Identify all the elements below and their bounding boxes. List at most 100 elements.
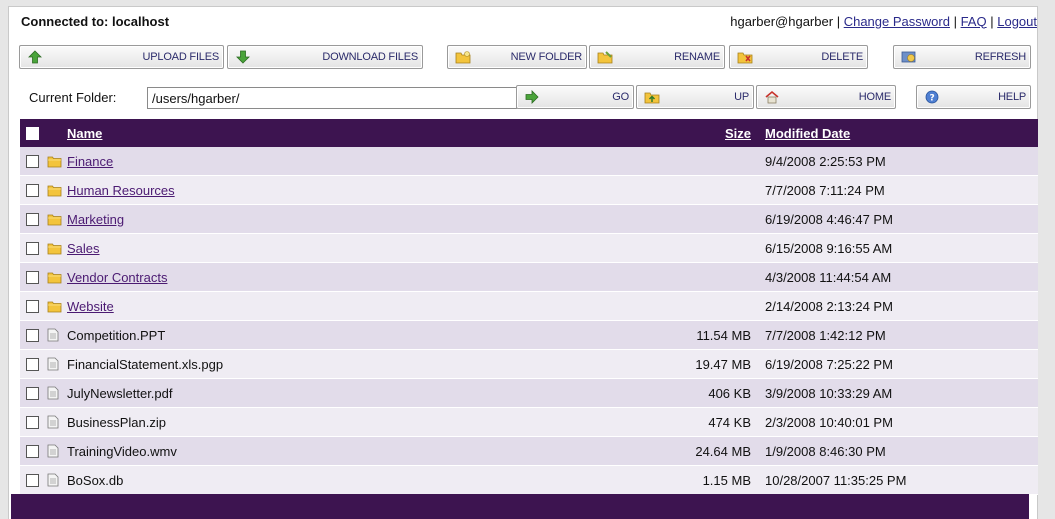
row-checkbox[interactable] (26, 444, 39, 458)
modified-date: 9/4/2008 2:25:53 PM (765, 153, 886, 169)
home-label: HOME (858, 91, 891, 103)
help-button[interactable]: ? HELP (916, 85, 1031, 109)
faq-link[interactable]: FAQ (961, 14, 987, 29)
table-row[interactable]: JulyNewsletter.pdf 406 KB 3/9/2008 10:33:2… (20, 379, 1038, 408)
modified-date: 2/3/2008 10:40:01 PM (765, 414, 893, 430)
file-table: Name Size Modified Date Finance 9/4/2008 … (20, 119, 1038, 495)
file-name: TrainingVideo.wmv (67, 443, 177, 459)
row-checkbox[interactable] (26, 154, 39, 168)
up-button[interactable]: UP (636, 85, 754, 109)
size-column-header[interactable]: Size (627, 126, 751, 141)
folder-name-link[interactable]: Website (67, 299, 627, 314)
folder-name-link[interactable]: Finance (67, 154, 627, 169)
select-all-checkbox[interactable] (26, 126, 39, 140)
top-bar: Connected to: localhost hgarber@hgarber … (21, 11, 1037, 31)
folder-name-link[interactable]: Vendor Contracts (67, 270, 627, 285)
folder-name-link[interactable]: Marketing (67, 212, 627, 227)
row-checkbox[interactable] (26, 415, 39, 429)
refresh-button[interactable]: REFRESH (893, 45, 1031, 69)
modified-date: 6/15/2008 9:16:55 AM (765, 240, 893, 256)
rename-label: RENAME (674, 51, 720, 63)
up-folder-icon (643, 89, 661, 105)
separator: | (990, 13, 994, 29)
help-label: HELP (998, 91, 1026, 103)
new-folder-label: NEW FOLDER (510, 51, 583, 63)
row-checkbox[interactable] (26, 328, 39, 342)
home-button[interactable]: HOME (756, 85, 896, 109)
user-links: hgarber@hgarber | Change Password | FAQ … (730, 14, 1037, 29)
download-files-label: DOWNLOAD FILES (322, 51, 418, 63)
footer-bar (11, 494, 1029, 519)
delete-label: DELETE (821, 51, 863, 63)
help-icon: ? (923, 89, 941, 105)
row-checkbox[interactable] (26, 183, 39, 197)
table-row[interactable]: Sales 6/15/2008 9:16:55 AM (20, 234, 1038, 263)
file-size: 11.54 MB (696, 327, 751, 343)
file-icon (47, 357, 65, 371)
down-arrow-icon (234, 49, 252, 65)
file-name: JulyNewsletter.pdf (67, 385, 173, 401)
delete-button[interactable]: DELETE (729, 45, 868, 69)
file-size: 1.15 MB (702, 472, 751, 488)
go-button[interactable]: GO (516, 85, 634, 109)
rename-button[interactable]: RENAME (589, 45, 725, 69)
name-column-header[interactable]: Name (67, 126, 627, 141)
home-icon (763, 89, 781, 105)
row-checkbox[interactable] (26, 386, 39, 400)
table-row[interactable]: Marketing 6/19/2008 4:46:47 PM (20, 205, 1038, 234)
svg-text:?: ? (929, 94, 934, 104)
file-icon (47, 473, 65, 487)
modified-date: 2/14/2008 2:13:24 PM (765, 298, 893, 314)
folder-name-link[interactable]: Sales (67, 241, 627, 256)
file-manager-panel: Connected to: localhost hgarber@hgarber … (8, 6, 1038, 519)
file-name: BoSox.db (67, 472, 124, 488)
modified-date: 4/3/2008 11:44:54 AM (765, 269, 892, 285)
table-row[interactable]: TrainingVideo.wmv 24.64 MB 1/9/2008 8:46:3… (20, 437, 1038, 466)
table-row[interactable]: BusinessPlan.zip 474 KB 2/3/2008 10:40:01 … (20, 408, 1038, 437)
download-files-button[interactable]: DOWNLOAD FILES (227, 45, 423, 69)
file-icon (47, 386, 65, 400)
table-row[interactable]: BoSox.db 1.15 MB 10/28/2007 11:35:25 PM (20, 466, 1038, 495)
table-row[interactable]: FinancialStatement.xls.pgp 19.47 MB 6/19/2… (20, 350, 1038, 379)
up-label: UP (734, 91, 749, 103)
modified-date: 6/19/2008 4:46:47 PM (765, 211, 893, 227)
new-folder-button[interactable]: NEW FOLDER (447, 45, 587, 69)
row-checkbox[interactable] (26, 473, 39, 487)
table-header: Name Size Modified Date (20, 119, 1038, 147)
row-checkbox[interactable] (26, 241, 39, 255)
table-row[interactable]: Vendor Contracts 4/3/2008 11:44:54 AM (20, 263, 1038, 292)
up-arrow-icon (26, 49, 44, 65)
logout-link[interactable]: Logout (997, 14, 1037, 29)
delete-folder-icon (736, 49, 754, 65)
change-password-link[interactable]: Change Password (844, 14, 950, 29)
folder-icon (47, 300, 65, 313)
rename-icon (596, 49, 614, 65)
upload-files-label: UPLOAD FILES (142, 51, 220, 63)
folder-icon (47, 155, 65, 168)
row-checkbox[interactable] (26, 270, 39, 284)
file-name: FinancialStatement.xls.pgp (67, 356, 224, 372)
row-checkbox[interactable] (26, 299, 39, 313)
file-name: BusinessPlan.zip (67, 414, 166, 430)
table-row[interactable]: Human Resources 7/7/2008 7:11:24 PM (20, 176, 1038, 205)
folder-name-link[interactable]: Human Resources (67, 183, 627, 198)
row-checkbox[interactable] (26, 212, 39, 226)
refresh-label: REFRESH (974, 51, 1026, 63)
table-row[interactable]: Competition.PPT 11.54 MB 7/7/2008 1:42:12 … (20, 321, 1038, 350)
separator: | (836, 13, 841, 29)
current-folder-input[interactable] (147, 87, 517, 109)
folder-icon (47, 242, 65, 255)
modified-date: 10/28/2007 11:35:25 PM (765, 472, 907, 488)
row-checkbox[interactable] (26, 357, 39, 371)
separator: | (953, 13, 957, 29)
file-icon (47, 415, 65, 429)
modified-date: 1/9/2008 8:46:30 PM (765, 443, 886, 459)
file-name: Competition.PPT (67, 327, 166, 343)
table-row[interactable]: Website 2/14/2008 2:13:24 PM (20, 292, 1038, 321)
modified-date-column-header[interactable]: Modified Date (765, 126, 850, 141)
upload-files-button[interactable]: UPLOAD FILES (19, 45, 224, 69)
folder-icon (47, 271, 65, 284)
table-row[interactable]: Finance 9/4/2008 2:25:53 PM (20, 147, 1038, 176)
modified-date: 7/7/2008 7:11:24 PM (765, 182, 885, 198)
file-size: 474 KB (708, 414, 751, 430)
